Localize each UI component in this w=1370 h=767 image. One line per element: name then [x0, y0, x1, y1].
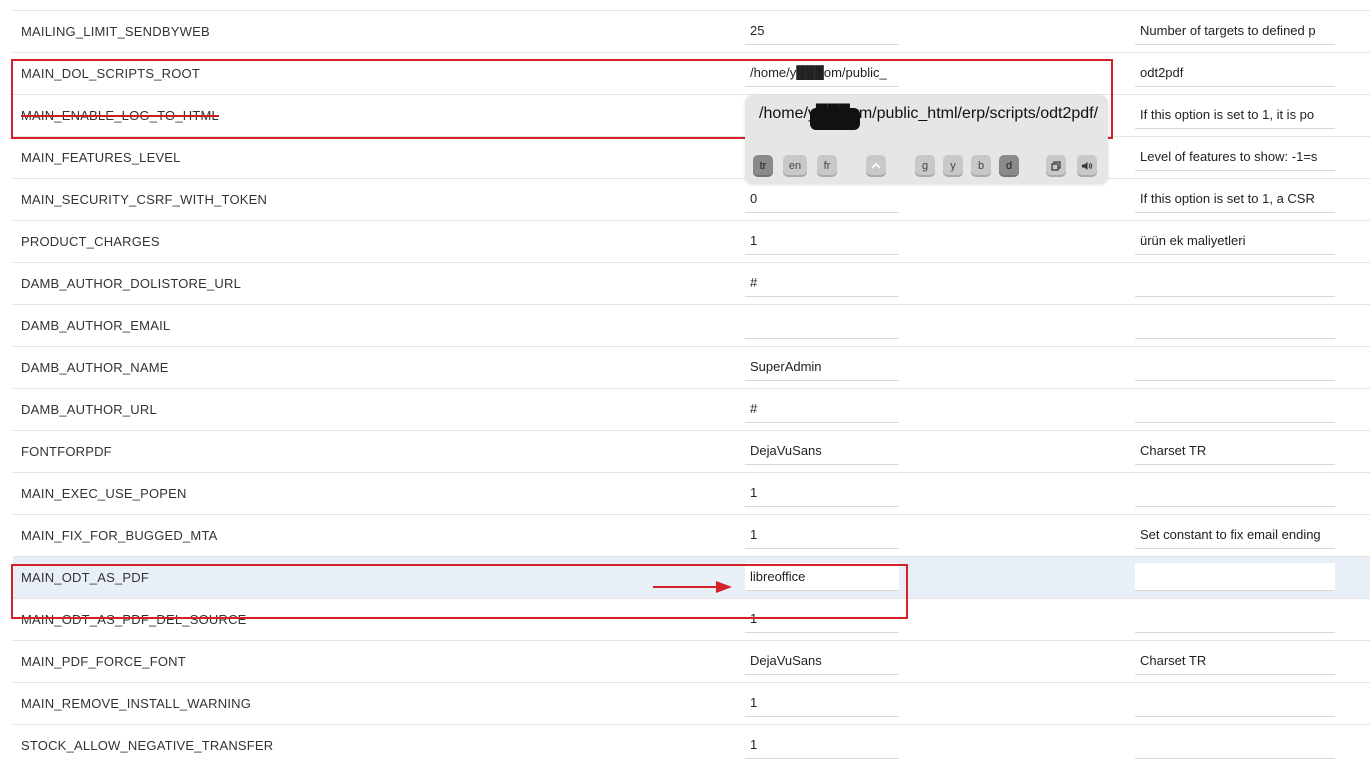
popup-speak-button[interactable] [1077, 155, 1097, 177]
constant-value-input[interactable] [745, 185, 899, 213]
translation-popup[interactable]: /home/y███om/public_html/erp/scripts/odt… [745, 95, 1108, 184]
constant-note-input[interactable] [1135, 521, 1335, 549]
constant-name: DAMB_AUTHOR_DOLISTORE_URL [21, 276, 242, 291]
constant-note-input[interactable] [1135, 143, 1335, 171]
constant-name: MAIN_ENABLE_LOG_TO_HTML [21, 108, 219, 123]
constant-value-input[interactable] [745, 605, 899, 633]
constant-name: DAMB_AUTHOR_NAME [21, 360, 169, 375]
constant-value-input[interactable] [745, 269, 899, 297]
constant-name: MAIN_ODT_AS_PDF [21, 570, 149, 585]
popup-dict-button[interactable]: d [999, 155, 1019, 177]
constant-value-input[interactable] [745, 437, 899, 465]
table-row: DAMB_AUTHOR_URL [13, 388, 1370, 430]
constant-note-input[interactable] [1135, 311, 1335, 339]
constant-value-input[interactable] [745, 731, 899, 759]
constant-name: MAIN_REMOVE_INSTALL_WARNING [21, 696, 252, 711]
constant-value-input[interactable] [745, 689, 899, 717]
constants-table: MAILING_LIMIT_SENDBYWEB MAIN_DOL_SCRIPTS_… [13, 10, 1370, 766]
table-row: MAIN_FEATURES_LEVEL [13, 136, 1370, 178]
popup-redaction [810, 108, 860, 130]
table-row: MAIN_FIX_FOR_BUGGED_MTA [13, 514, 1370, 556]
copy-icon [1051, 161, 1061, 171]
constant-note-input[interactable] [1135, 731, 1335, 759]
constant-name: DAMB_AUTHOR_URL [21, 402, 157, 417]
constant-value-input[interactable] [745, 59, 899, 87]
speaker-icon [1082, 162, 1092, 170]
popup-google-button[interactable]: g [915, 155, 935, 177]
constant-value-input[interactable] [745, 479, 899, 507]
constant-value-input[interactable] [745, 395, 899, 423]
constant-name: MAIN_PDF_FORCE_FONT [21, 654, 186, 669]
constant-name: MAIN_SECURITY_CSRF_WITH_TOKEN [21, 192, 268, 207]
table-row: DAMB_AUTHOR_EMAIL [13, 304, 1370, 346]
constant-name: FONTFORPDF [21, 444, 112, 459]
popup-lang-fr-button[interactable]: fr [817, 155, 837, 177]
constant-name: MAILING_LIMIT_SENDBYWEB [21, 24, 210, 39]
popup-lang-en-button[interactable]: en [783, 155, 807, 177]
popup-collapse-button[interactable] [866, 155, 886, 177]
popup-lang-tr-button[interactable]: tr [753, 155, 773, 177]
table-row: DAMB_AUTHOR_NAME [13, 346, 1370, 388]
table-row: FONTFORPDF [13, 430, 1370, 472]
constant-value-input[interactable] [745, 353, 899, 381]
table-row: MAILING_LIMIT_SENDBYWEB [13, 10, 1370, 52]
table-row: STOCK_ALLOW_NEGATIVE_TRANSFER [13, 724, 1370, 766]
constant-note-input[interactable] [1135, 353, 1335, 381]
constant-note-input[interactable] [1135, 647, 1335, 675]
constant-name: MAIN_ODT_AS_PDF_DEL_SOURCE [21, 612, 247, 627]
constant-name: MAIN_DOL_SCRIPTS_ROOT [21, 66, 201, 81]
constant-note-input[interactable] [1135, 479, 1335, 507]
constant-note-input[interactable] [1135, 563, 1335, 591]
constant-note-input[interactable] [1135, 437, 1335, 465]
table-row: DAMB_AUTHOR_DOLISTORE_URL [13, 262, 1370, 304]
popup-yandex-button[interactable]: y [943, 155, 963, 177]
constant-note-input[interactable] [1135, 269, 1335, 297]
constant-note-input[interactable] [1135, 185, 1335, 213]
constant-value-input[interactable] [745, 521, 899, 549]
constant-name: DAMB_AUTHOR_EMAIL [21, 318, 171, 333]
constant-value-input[interactable] [745, 311, 899, 339]
constant-note-input[interactable] [1135, 689, 1335, 717]
table-row: MAIN_SECURITY_CSRF_WITH_TOKEN [13, 178, 1370, 220]
constant-name: MAIN_FEATURES_LEVEL [21, 150, 181, 165]
constant-note-input[interactable] [1135, 59, 1335, 87]
constant-value-input[interactable] [745, 647, 899, 675]
table-row: MAIN_EXEC_USE_POPEN [13, 472, 1370, 514]
table-row: MAIN_ENABLE_LOG_TO_HTML [13, 94, 1370, 136]
table-row: MAIN_DOL_SCRIPTS_ROOT [13, 52, 1370, 94]
table-row: MAIN_PDF_FORCE_FONT [13, 640, 1370, 682]
constant-name: MAIN_FIX_FOR_BUGGED_MTA [21, 528, 218, 543]
constant-name: PRODUCT_CHARGES [21, 234, 160, 249]
constant-name: MAIN_EXEC_USE_POPEN [21, 486, 187, 501]
constant-value-input[interactable] [745, 227, 899, 255]
annotation-arrow-icon [653, 581, 732, 593]
constant-note-input[interactable] [1135, 605, 1335, 633]
chevron-up-icon [871, 162, 881, 169]
table-row: MAIN_ODT_AS_PDF_DEL_SOURCE [13, 598, 1370, 640]
table-row: PRODUCT_CHARGES [13, 220, 1370, 262]
constant-value-input[interactable] [745, 563, 899, 591]
popup-copy-button[interactable] [1046, 155, 1066, 177]
constant-note-input[interactable] [1135, 395, 1335, 423]
constant-value-input[interactable] [745, 17, 899, 45]
constant-note-input[interactable] [1135, 227, 1335, 255]
table-row: MAIN_REMOVE_INSTALL_WARNING [13, 682, 1370, 724]
constant-note-input[interactable] [1135, 17, 1335, 45]
constant-note-input[interactable] [1135, 101, 1335, 129]
popup-bing-button[interactable]: b [971, 155, 991, 177]
